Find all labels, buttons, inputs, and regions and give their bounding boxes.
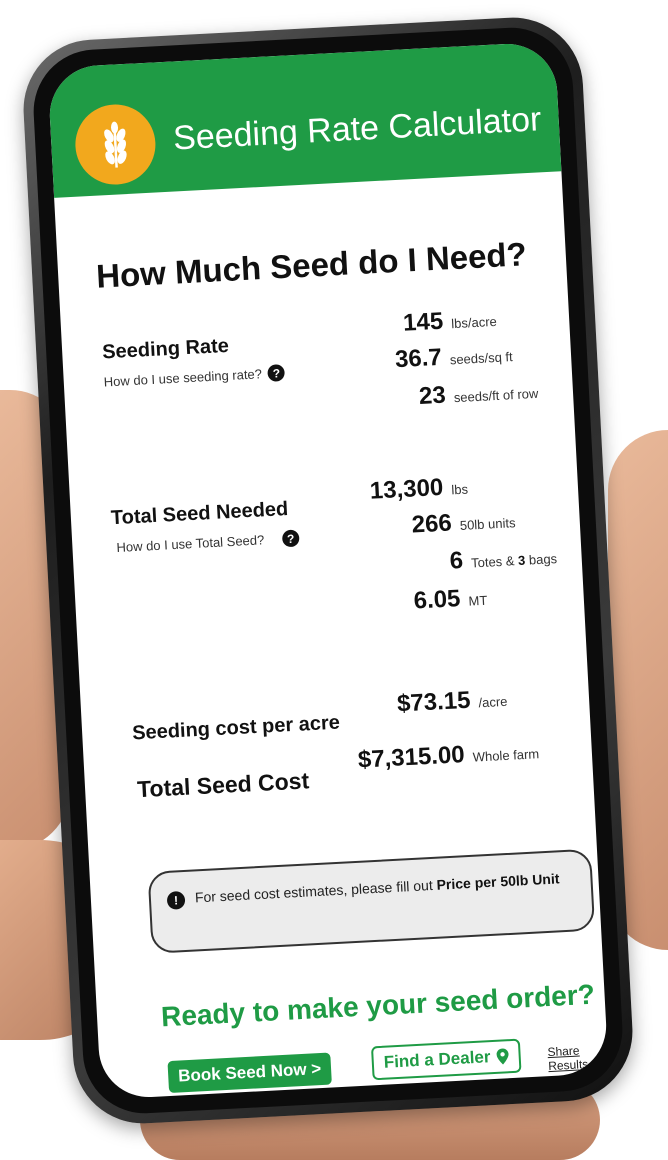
total-seed-value: 13,300 lbs — [369, 473, 468, 506]
phone-bezel: Seeding Rate Calculator How Much Seed do… — [30, 24, 626, 1117]
book-seed-button[interactable]: Book Seed Now > — [167, 1052, 333, 1094]
value-number: 145 — [402, 307, 444, 337]
value-unit: seeds/ft of row — [453, 385, 539, 406]
share-results-label: Share Results — [547, 1043, 589, 1074]
question-icon[interactable]: ? — [267, 363, 286, 382]
unit-text: bags — [524, 551, 558, 568]
value-number: 23 — [418, 381, 447, 410]
question-icon[interactable]: ? — [281, 529, 300, 548]
total-cost-label: Total Seed Cost — [136, 767, 310, 803]
value-number: 13,300 — [369, 473, 444, 505]
share-results-link[interactable]: Share Results — [547, 1042, 608, 1073]
seeding-rate-label: Seeding Rate — [101, 334, 230, 364]
value-unit: 50lb units — [459, 515, 516, 534]
cost-per-acre-label: Seeding cost per acre — [131, 711, 341, 745]
value-number: 6.05 — [413, 585, 462, 615]
value-number: 36.7 — [394, 343, 443, 374]
cost-per-acre-value: $73.15 /acre — [396, 685, 508, 719]
seeding-rate-help-link[interactable]: How do I use seeding rate? ? — [103, 363, 286, 390]
value-unit: /acre — [478, 693, 508, 711]
page-title: How Much Seed do I Need? — [95, 235, 528, 295]
app-screen: Seeding Rate Calculator How Much Seed do… — [47, 41, 609, 1100]
share-arrow-icon — [599, 1053, 608, 1060]
info-icon: ! — [166, 890, 186, 910]
seeding-rate-value: 145 lbs/acre — [402, 305, 497, 338]
total-seed-help-link[interactable]: How do I use Total Seed? ? — [116, 529, 300, 556]
cta-title: Ready to make your seed order? — [160, 978, 596, 1033]
value-unit: seeds/sq ft — [449, 349, 514, 368]
unit-text: Totes & — [470, 553, 519, 571]
info-field-name: Price per 50lb Unit — [436, 870, 560, 893]
info-message: For seed cost estimates, please fill out — [194, 876, 438, 906]
wheat-icon — [104, 121, 127, 168]
value-number: 266 — [411, 509, 453, 539]
info-text: For seed cost estimates, please fill out… — [194, 868, 575, 908]
calculator-results: How Much Seed do I Need? Seeding Rate Ho… — [54, 171, 609, 1099]
find-dealer-label: Find a Dealer — [383, 1047, 491, 1072]
value-unit: Whole farm — [472, 746, 540, 765]
value-unit: MT — [468, 592, 488, 609]
info-box: ! For seed cost estimates, please fill o… — [147, 848, 596, 954]
seeding-rate-help-text: How do I use seeding rate? — [103, 366, 263, 390]
map-pin-icon — [496, 1048, 509, 1065]
value-unit: lbs/acre — [450, 313, 498, 332]
find-dealer-button[interactable]: Find a Dealer — [370, 1038, 522, 1081]
app-logo — [73, 102, 158, 187]
total-cost-value: $7,315.00 Whole farm — [357, 737, 539, 774]
phone: Seeding Rate Calculator How Much Seed do… — [19, 14, 637, 1127]
total-seed-value: 6 Totes & 3 bags — [449, 542, 558, 576]
seeding-rate-value: 36.7 seeds/sq ft — [394, 340, 513, 374]
value-unit: lbs — [450, 481, 469, 498]
value-number: $7,315.00 — [357, 741, 466, 774]
value-number: $73.15 — [396, 686, 472, 718]
total-seed-label: Total Seed Needed — [110, 498, 289, 530]
total-seed-value: 266 50lb units — [411, 506, 516, 539]
seeding-rate-value: 23 seeds/ft of row — [418, 377, 539, 411]
total-seed-value: 6.05 MT — [413, 584, 488, 616]
total-seed-help-text: How do I use Total Seed? — [116, 532, 265, 556]
value-unit: Totes & 3 bags — [471, 551, 558, 570]
value-number: 6 — [448, 546, 464, 575]
app-title: Seeding Rate Calculator — [172, 100, 543, 158]
